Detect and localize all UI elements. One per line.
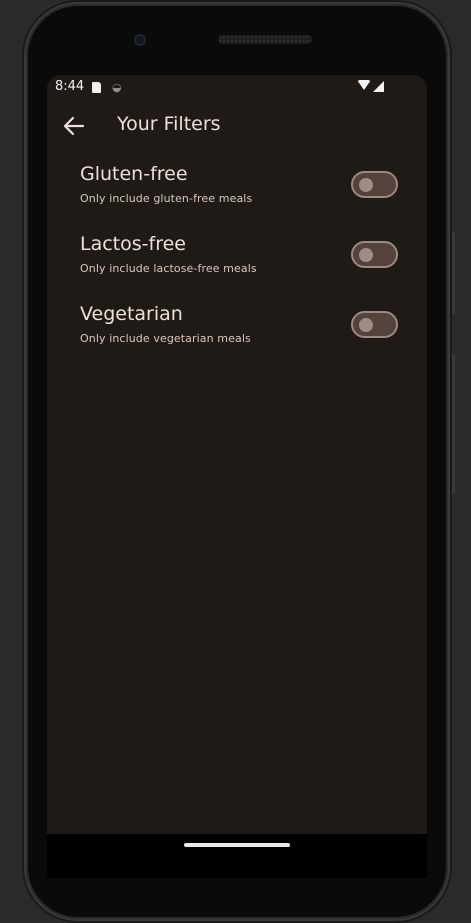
network-icon: ◒ (112, 81, 122, 94)
earpiece-speaker (218, 35, 312, 44)
navigation-bar (47, 834, 427, 878)
front-camera (134, 34, 146, 46)
filter-row-vegetarian[interactable]: Vegetarian Only include vegetarian meals (47, 303, 427, 363)
page-title: Your Filters (117, 113, 221, 135)
app-screen: 8:44 ◒ Your Filters Gluten-free Only inc… (47, 75, 427, 834)
filter-title: Vegetarian (80, 303, 183, 325)
status-bar: 8:44 ◒ (47, 75, 427, 99)
filter-title: Gluten-free (80, 163, 188, 185)
status-time: 8:44 (55, 79, 85, 94)
gluten-free-switch[interactable] (351, 171, 398, 198)
volume-button (451, 232, 455, 314)
switch-thumb (359, 178, 373, 192)
signal-icon (373, 81, 384, 92)
switch-thumb (359, 318, 373, 332)
home-indicator[interactable] (184, 843, 290, 847)
switch-thumb (359, 248, 373, 262)
power-button (451, 354, 455, 494)
filter-subtitle: Only include vegetarian meals (80, 332, 251, 345)
arrow-left-icon[interactable] (63, 116, 85, 136)
filter-subtitle: Only include lactose-free meals (80, 262, 257, 275)
filter-title: Lactos-free (80, 233, 186, 255)
filter-row-lactose-free[interactable]: Lactos-free Only include lactose-free me… (47, 233, 427, 293)
filter-row-gluten-free[interactable]: Gluten-free Only include gluten-free mea… (47, 163, 427, 223)
wifi-icon (357, 80, 371, 90)
vegetarian-switch[interactable] (351, 311, 398, 338)
lactose-free-switch[interactable] (351, 241, 398, 268)
app-bar: Your Filters (47, 99, 427, 153)
filter-subtitle: Only include gluten-free meals (80, 192, 253, 205)
sd-card-icon (92, 82, 101, 93)
